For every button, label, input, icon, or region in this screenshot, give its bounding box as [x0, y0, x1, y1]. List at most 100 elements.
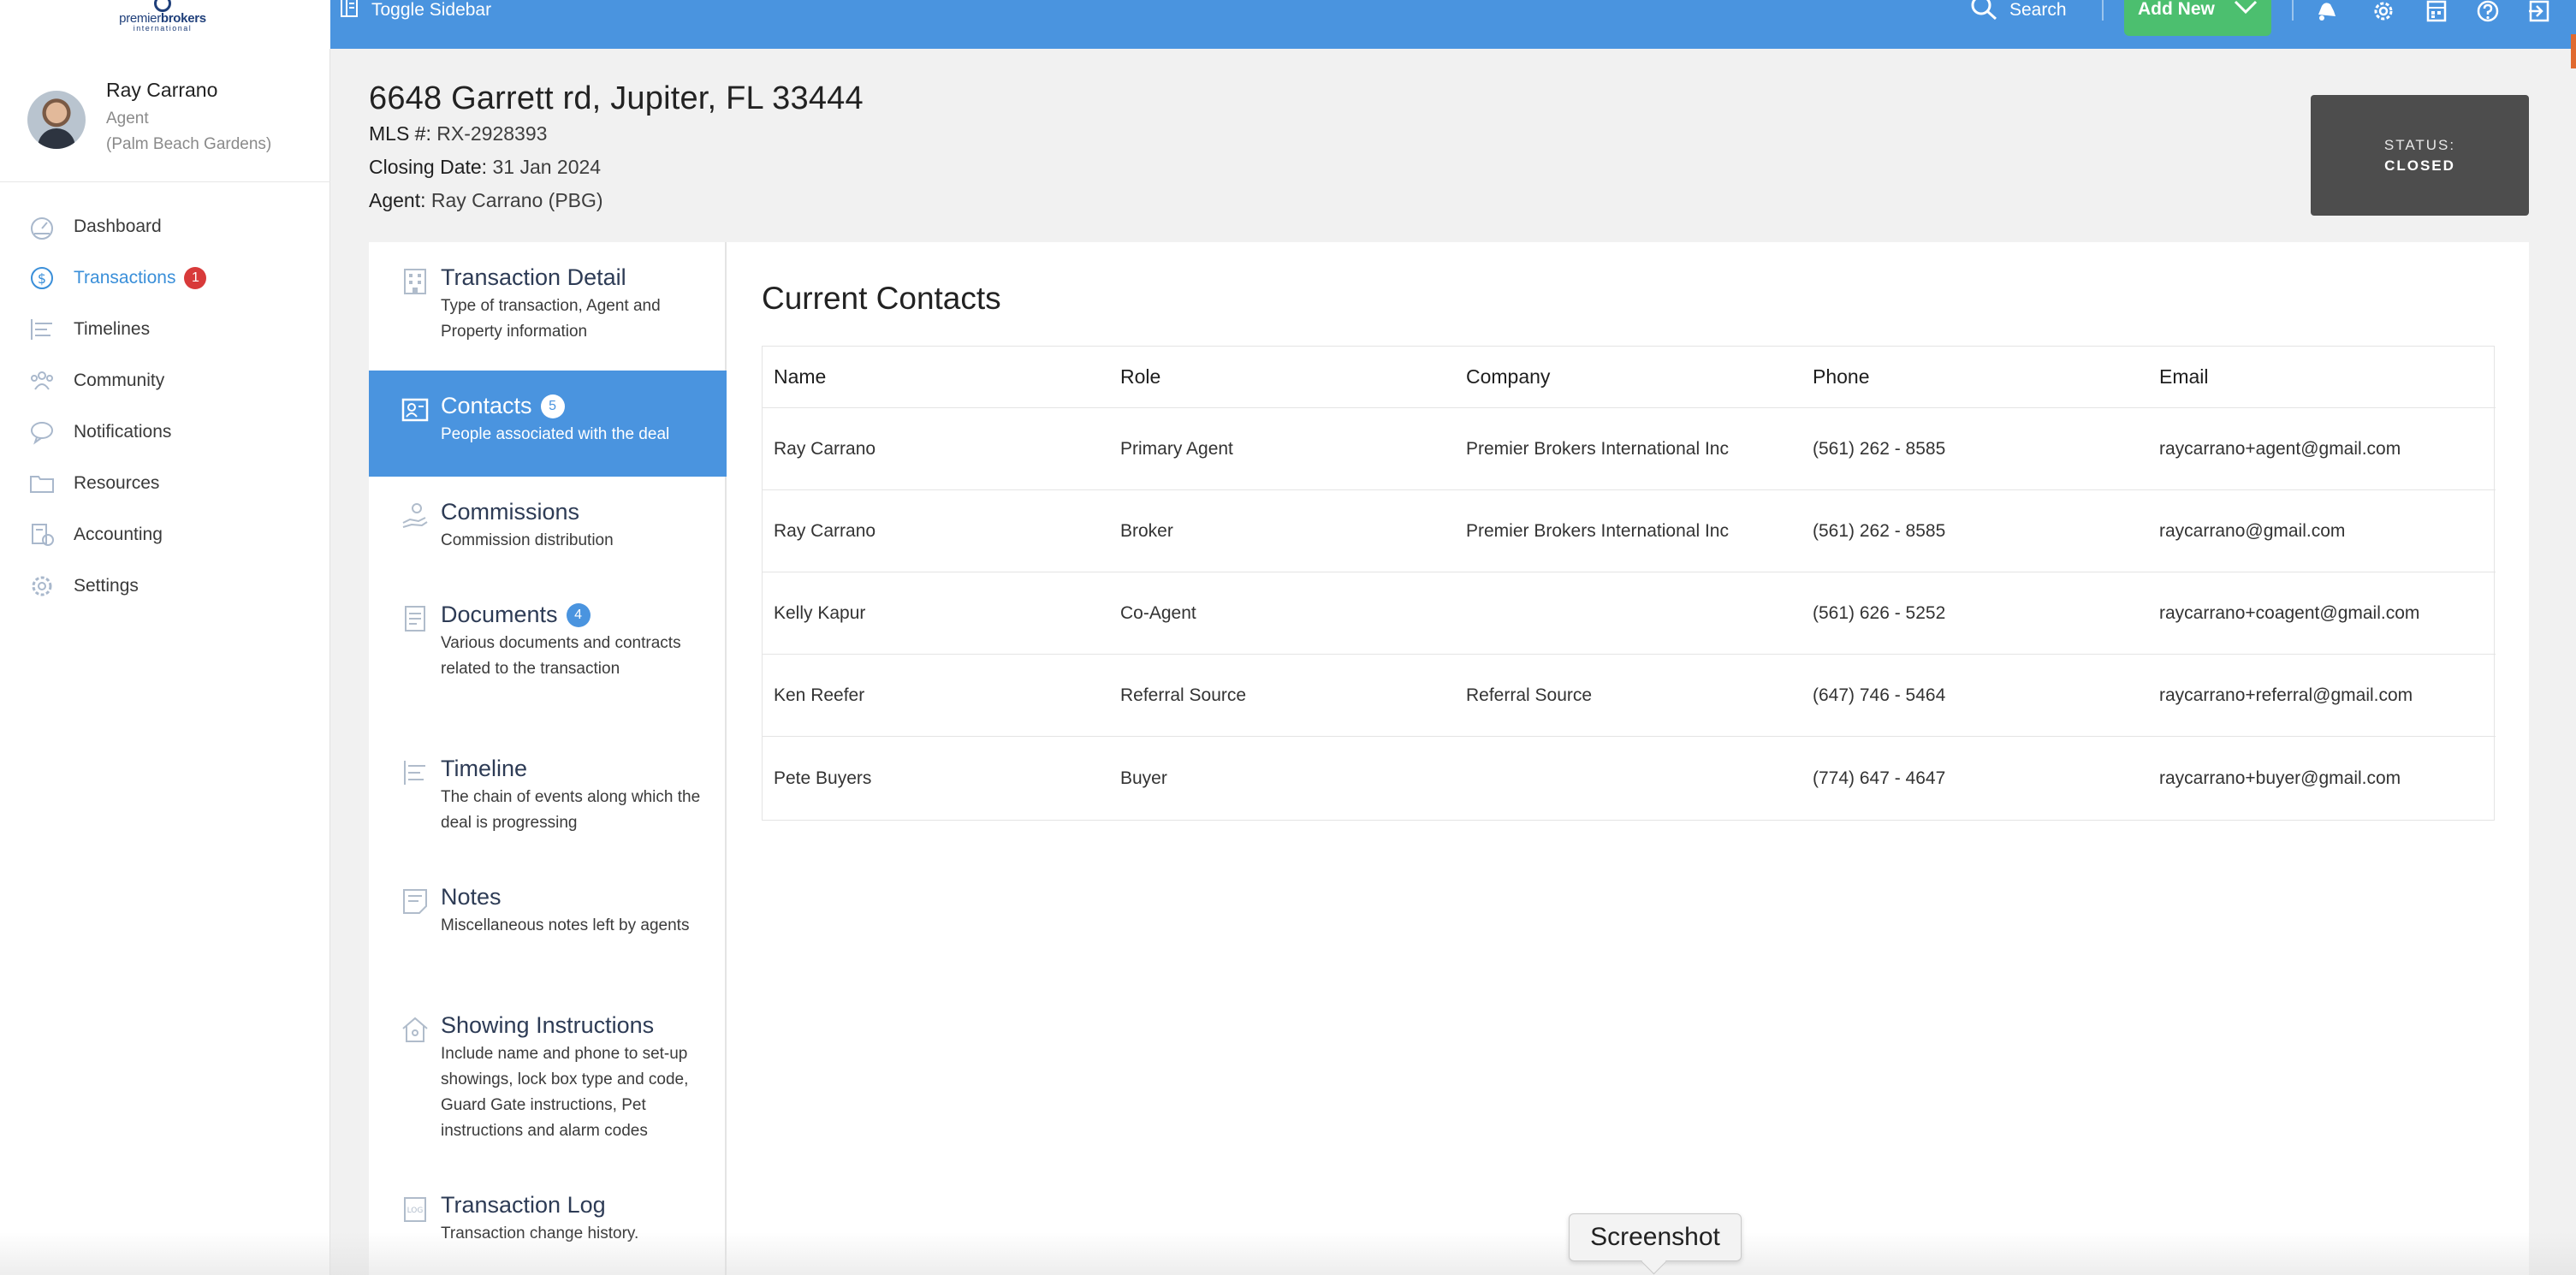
- gear-icon: [27, 572, 56, 601]
- search-icon: [1970, 0, 1997, 26]
- transaction-panel: Transaction Detail Type of transaction, …: [369, 242, 2529, 1275]
- sidebar-nav: Dashboard $ Transactions 1 Timelines Com…: [0, 201, 330, 612]
- tab-description: Include name and phone to set-up showing…: [441, 1045, 689, 1140]
- contact-name: Ken Reefer: [774, 685, 865, 705]
- table-header-row: Name Role Company Phone Email: [763, 347, 2496, 408]
- tab-contacts[interactable]: Contacts 5 People associated with the dea…: [369, 371, 727, 477]
- sidebar-item-settings[interactable]: Settings: [0, 560, 330, 612]
- tab-description: The chain of events along which the deal…: [441, 788, 701, 832]
- closing-date: Closing Date: 31 Jan 2024: [369, 156, 601, 179]
- tab-title: Timeline: [441, 756, 528, 781]
- contact-role: Co-Agent: [1120, 602, 1196, 623]
- tab-title: Notes: [441, 884, 502, 910]
- user-office: (Palm Beach Gardens): [106, 135, 272, 153]
- contact-name: Kelly Kapur: [774, 602, 866, 623]
- screenshot-tooltip: Screenshot: [1569, 1213, 1742, 1261]
- logo-circle-icon: [154, 0, 171, 12]
- company-logo[interactable]: premierbrokers international: [111, 0, 214, 34]
- contact-role: Primary Agent: [1120, 438, 1233, 459]
- tab-showing-instructions[interactable]: Showing Instructions Include name and ph…: [369, 990, 727, 1170]
- closing-date-value: 31 Jan 2024: [492, 156, 602, 178]
- agent-value: Ray Carrano (PBG): [430, 189, 603, 211]
- sidebar-divider: [0, 181, 330, 182]
- closing-date-label: Closing Date:: [369, 156, 488, 178]
- sidebar-toggle-icon: [341, 0, 358, 22]
- search-label: Search: [2009, 0, 2067, 20]
- search-button[interactable]: Search: [1970, 0, 2067, 21]
- help-icon[interactable]: [2473, 0, 2502, 22]
- tab-commissions[interactable]: Commissions Commission distribution: [369, 477, 727, 579]
- count-badge: 4: [566, 602, 591, 627]
- tab-description: Transaction change history.: [441, 1225, 639, 1242]
- table-row[interactable]: Ray Carrano Broker Premier Brokers Inter…: [763, 490, 2496, 572]
- tab-title: Contacts: [441, 393, 532, 418]
- mls-number: MLS #: RX-2928393: [369, 122, 547, 145]
- tab-documents[interactable]: Documents 4 Various documents and contrac…: [369, 579, 727, 733]
- sidebar-item-label: Notifications: [74, 422, 172, 442]
- sidebar-item-accounting[interactable]: Accounting: [0, 509, 330, 560]
- user-card[interactable]: Ray Carrano Agent (Palm Beach Gardens): [27, 79, 318, 181]
- contact-company: Referral Source: [1466, 685, 1593, 705]
- topbar-divider: [2292, 0, 2294, 21]
- top-bar: premierbrokers international Toggle Side…: [0, 0, 2576, 49]
- tab-notes[interactable]: Notes Miscellaneous notes left by agents: [369, 862, 727, 990]
- contact-company: Premier Brokers International Inc: [1466, 520, 1729, 541]
- add-new-button[interactable]: Add New: [2124, 0, 2271, 36]
- contact-email: raycarrano+coagent@gmail.com: [2159, 602, 2420, 623]
- contact-email: raycarrano+referral@gmail.com: [2159, 685, 2413, 705]
- tab-timeline[interactable]: Timeline The chain of events along which…: [369, 733, 727, 862]
- calendar-icon[interactable]: [2422, 0, 2451, 22]
- contact-name: Pete Buyers: [774, 768, 872, 788]
- tab-transaction-detail[interactable]: Transaction Detail Type of transaction, …: [369, 242, 727, 371]
- sidebar-item-resources[interactable]: Resources: [0, 458, 330, 509]
- sidebar-item-community[interactable]: Community: [0, 355, 330, 406]
- svg-text:LOG: LOG: [407, 1207, 424, 1215]
- tab-description: Type of transaction, Agent and Property …: [441, 297, 661, 341]
- gear-icon[interactable]: [2369, 0, 2398, 22]
- column-header[interactable]: Name: [774, 347, 826, 407]
- tab-transaction-log[interactable]: LOG Transaction Log Transaction change h…: [369, 1170, 727, 1275]
- transaction-subnav: Transaction Detail Type of transaction, …: [369, 242, 727, 1275]
- sidebar-item-timelines[interactable]: Timelines: [0, 304, 330, 355]
- building-icon: [400, 266, 430, 297]
- tooltip-label: Screenshot: [1590, 1223, 1720, 1251]
- column-header[interactable]: Role: [1120, 347, 1160, 407]
- table-row[interactable]: Kelly Kapur Co-Agent (561) 626 - 5252 ra…: [763, 572, 2496, 655]
- notes-icon: [400, 886, 430, 916]
- timeline-icon: [27, 315, 56, 344]
- dashboard-icon: [27, 212, 56, 241]
- tab-description: People associated with the deal: [441, 425, 670, 443]
- contacts-table: Name Role Company Phone Email Ray Carran…: [762, 346, 2496, 821]
- column-header[interactable]: Email: [2159, 347, 2209, 407]
- svg-text:$: $: [38, 270, 46, 287]
- avatar[interactable]: [27, 91, 86, 149]
- logo-text-international: international: [133, 24, 193, 33]
- hand-coin-icon: [400, 501, 430, 531]
- count-badge: 5: [540, 394, 565, 418]
- column-header[interactable]: Company: [1466, 347, 1550, 407]
- sidebar: Ray Carrano Agent (Palm Beach Gardens) D…: [0, 49, 330, 1275]
- table-row[interactable]: Pete Buyers Buyer (774) 647 - 4647 rayca…: [763, 737, 2496, 821]
- notification-badge: 1: [184, 267, 207, 289]
- contact-name: Ray Carrano: [774, 520, 876, 541]
- log-icon: LOG: [400, 1194, 430, 1225]
- logout-icon[interactable]: [2525, 0, 2554, 22]
- contact-email: raycarrano+buyer@gmail.com: [2159, 768, 2401, 788]
- column-header[interactable]: Phone: [1813, 347, 1870, 407]
- contact-role: Broker: [1120, 520, 1173, 541]
- contact-role: Referral Source: [1120, 685, 1247, 705]
- sidebar-item-transactions[interactable]: $ Transactions 1: [0, 252, 330, 304]
- tab-description: Miscellaneous notes left by agents: [441, 916, 690, 934]
- bell-icon[interactable]: [2311, 0, 2340, 22]
- sidebar-item-dashboard[interactable]: Dashboard: [0, 201, 330, 252]
- house-icon: [400, 1014, 430, 1045]
- table-row[interactable]: Ray Carrano Primary Agent Premier Broker…: [763, 408, 2496, 490]
- chat-icon: [27, 418, 56, 447]
- section-title: Current Contacts: [762, 281, 1001, 316]
- sidebar-item-label: Transactions: [74, 268, 176, 288]
- status-badge: STATUS: CLOSED: [2311, 95, 2529, 216]
- sidebar-item-notifications[interactable]: Notifications: [0, 406, 330, 458]
- chevron-down-icon: [2234, 0, 2258, 21]
- toggle-sidebar-button[interactable]: Toggle Sidebar: [341, 0, 491, 21]
- table-row[interactable]: Ken Reefer Referral Source Referral Sour…: [763, 655, 2496, 737]
